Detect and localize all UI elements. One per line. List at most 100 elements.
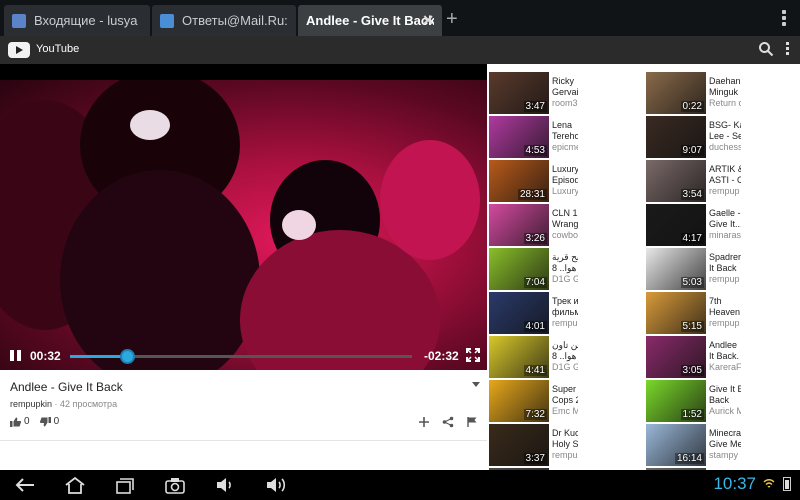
like-icon[interactable] — [10, 417, 21, 427]
video-thumbnail[interactable]: 4:53 — [489, 116, 549, 158]
video-thumbnail[interactable]: 4:41 — [489, 336, 549, 378]
related-title-line: 7th — [709, 296, 722, 306]
video-thumbnail[interactable]: 3:37 — [489, 424, 549, 466]
dislike-count: 0 — [53, 416, 60, 427]
system-navigation-bar: 10:37 — [0, 470, 800, 500]
share-icon[interactable] — [442, 416, 454, 428]
close-tab-icon[interactable]: ✕ — [422, 12, 434, 29]
overflow-menu-icon[interactable] — [786, 42, 790, 57]
video-duration: 4:17 — [680, 233, 704, 244]
flag-icon[interactable] — [466, 416, 478, 428]
related-title-line: Dr Kuch — [552, 428, 578, 438]
related-video-item[interactable]: 0:22 Daehan Minguk Return o — [644, 72, 794, 115]
new-tab-button[interactable]: + — [446, 8, 458, 31]
related-title-line: Ricky — [552, 76, 574, 86]
related-title-line: Wrangle — [552, 219, 578, 229]
fullscreen-icon[interactable] — [466, 348, 480, 362]
related-title-line: Lena — [552, 120, 573, 130]
related-video-item[interactable]: 7:32 Super NCops 2.Emc M — [487, 380, 637, 423]
video-thumbnail[interactable]: 4:01 — [489, 292, 549, 334]
related-channel: duchess — [709, 142, 741, 152]
dislike-icon[interactable] — [39, 416, 51, 427]
add-to-playlist-icon[interactable] — [418, 416, 430, 428]
related-video-item[interactable]: 1:52 Give It E Back Aurick M — [644, 380, 794, 423]
related-video-item[interactable]: 4:17 Gaelle - Give It... minaras — [644, 204, 794, 247]
search-icon[interactable] — [758, 41, 774, 57]
video-title: Andlee - Give It Back — [10, 380, 123, 394]
related-video-item[interactable]: 28:31 Luxury IEpisodeLuxuryD — [487, 160, 637, 203]
related-channel: cowboy — [552, 230, 578, 240]
related-channel: Return o — [709, 98, 741, 108]
related-title-line: Minecra — [709, 428, 741, 438]
related-channel: rempup — [709, 186, 740, 196]
screenshot-camera-icon[interactable] — [164, 476, 186, 494]
video-duration: 5:03 — [680, 277, 704, 288]
related-video-item[interactable]: 3:26 CLN 12Wranglecowboy — [487, 204, 637, 247]
video-player[interactable]: 00:32 -02:32 — [0, 64, 487, 370]
recent-apps-icon[interactable] — [114, 476, 136, 494]
back-icon[interactable] — [14, 476, 36, 494]
video-duration: 0:22 — [680, 101, 704, 112]
related-video-item[interactable]: 7:04 ربح قرية8 ..هواD1G Ga — [487, 248, 637, 291]
channel-name[interactable]: rempupkin — [10, 399, 52, 409]
related-channel: rempup — [552, 450, 578, 460]
related-video-item[interactable]: 9:07 BSG- Ka Lee - Se duchess — [644, 116, 794, 159]
home-icon[interactable] — [64, 476, 86, 494]
related-video-item[interactable]: 16:14 Minecra Give Me stampy — [644, 424, 794, 467]
video-thumbnail[interactable]: 3:05 — [646, 336, 706, 378]
video-thumbnail[interactable]: 5:03 — [646, 248, 706, 290]
related-title-line: Daehan — [709, 76, 741, 86]
video-thumbnail[interactable]: 3:54 — [646, 160, 706, 202]
mail-favicon-icon — [12, 13, 26, 28]
related-channel: stampy — [709, 450, 739, 460]
remaining-time: -02:32 — [424, 349, 459, 363]
video-thumbnail[interactable]: 28:31 — [489, 160, 549, 202]
video-duration: 5:15 — [680, 321, 704, 332]
volume-up-icon[interactable] — [264, 476, 288, 494]
video-thumbnail[interactable]: 7:32 — [489, 380, 549, 422]
tab-youtube-active[interactable]: Andlee - Give It Back ✕ — [298, 5, 442, 36]
expand-caret-icon[interactable] — [472, 382, 480, 387]
related-video-item[interactable]: 4:41 تتن تاون8 ..هواD1G Ga — [487, 336, 637, 379]
video-thumbnail[interactable]: 16:14 — [646, 424, 706, 466]
video-thumbnail[interactable]: 3:26 — [489, 204, 549, 246]
video-duration: 4:41 — [523, 365, 547, 376]
pause-icon[interactable] — [10, 350, 21, 361]
related-title-line: Spadrer — [709, 252, 741, 262]
video-thumbnail[interactable]: 5:15 — [646, 292, 706, 334]
video-duration: 3:54 — [680, 189, 704, 200]
related-video-item[interactable]: 4:01 Трек изфильмаrempup — [487, 292, 637, 335]
video-thumbnail[interactable]: 0:22 — [646, 72, 706, 114]
related-video-item[interactable]: 3:54 ARTIK & ASTI - Orempup — [644, 160, 794, 203]
related-title-line: Minguk — [709, 87, 739, 97]
youtube-logo-icon[interactable] — [8, 42, 30, 58]
related-video-item[interactable]: 3:05 Andlee It Back. KareraF — [644, 336, 794, 379]
video-figure — [380, 140, 480, 260]
video-duration: 3:05 — [680, 365, 704, 376]
tab-answers[interactable]: Ответы@Mail.Ru: — [152, 5, 296, 36]
related-title-line: Super N — [552, 384, 578, 394]
video-thumbnail[interactable]: 1:52 — [646, 380, 706, 422]
video-thumbnail[interactable]: 7:04 — [489, 248, 549, 290]
related-video-item[interactable]: 5:03 Spadrer It Back rempup — [644, 248, 794, 291]
answers-favicon-icon — [160, 13, 174, 28]
related-channel: KareraF — [709, 362, 741, 372]
related-video-item[interactable]: 3:37 Dr KuchHoly Sprempup — [487, 424, 637, 467]
video-thumbnail[interactable]: 3:47 — [489, 72, 549, 114]
seek-bar[interactable] — [70, 349, 412, 364]
related-title-line: Gaelle - — [709, 208, 741, 218]
video-thumbnail[interactable]: 4:17 — [646, 204, 706, 246]
related-title-line: BSG- Ka — [709, 120, 741, 130]
related-video-item[interactable]: 4:53 LenaTerehovepicme — [487, 116, 637, 159]
seek-handle[interactable] — [120, 349, 136, 364]
browser-menu-icon[interactable] — [782, 10, 786, 28]
related-title-line: Heaven — [709, 307, 741, 317]
volume-down-icon[interactable] — [214, 476, 236, 494]
related-video-item[interactable]: 3:47 RickyGervaisroom31 — [487, 72, 637, 115]
video-thumbnail[interactable]: 9:07 — [646, 116, 706, 158]
related-video-item[interactable]: 5:15 7th Heaven rempup — [644, 292, 794, 335]
browser-tab-bar: Входящие - lusya Ответы@Mail.Ru: Andlee … — [0, 0, 800, 36]
tab-inbox[interactable]: Входящие - lusya — [4, 5, 150, 36]
wifi-icon — [763, 479, 775, 488]
video-actions — [418, 416, 478, 428]
